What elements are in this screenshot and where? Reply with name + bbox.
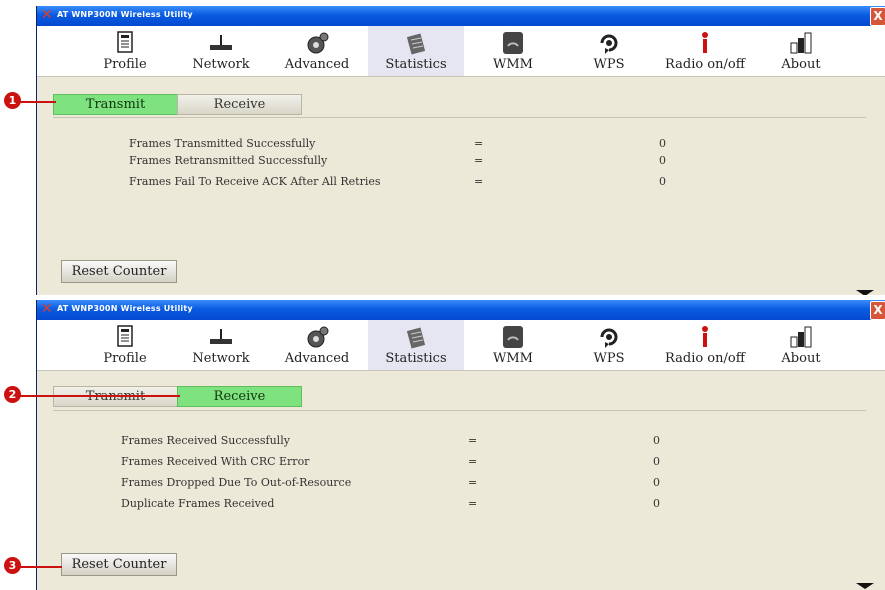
close-button[interactable]: X — [870, 7, 885, 26]
toolbar-radio-button[interactable]: Radio on/off — [657, 320, 753, 370]
window-title: AT WNP300N Wireless Utility — [57, 304, 193, 313]
profile-icon — [77, 31, 173, 55]
stat-equals: = — [468, 455, 478, 468]
stat-equals: = — [474, 154, 484, 167]
toolbar-label: Radio on/off — [665, 57, 745, 72]
toolbar-wmm-button[interactable]: WMM — [465, 26, 561, 76]
toolbar-label: WMM — [493, 57, 533, 72]
toolbar-network-button[interactable]: Network — [173, 26, 269, 76]
tab-receive[interactable]: Receive — [177, 386, 302, 407]
about-icon — [753, 325, 849, 349]
stat-label: Frames Retransmitted Successfully — [129, 154, 328, 167]
stat-value: 0 — [659, 154, 666, 167]
stat-value: 0 — [653, 476, 660, 489]
title-bar[interactable]: ✕ AT WNP300N Wireless Utility X — [37, 300, 885, 320]
stat-label: Frames Fail To Receive ACK After All Ret… — [129, 175, 381, 188]
wmm-icon — [465, 325, 561, 349]
toolbar-label: Profile — [103, 351, 147, 366]
stat-label: Frames Received With CRC Error — [121, 455, 310, 468]
network-icon — [173, 325, 269, 349]
toolbar-label: Radio on/off — [665, 351, 745, 366]
toolbar-label: Statistics — [385, 57, 447, 72]
toolbar-label: WPS — [593, 351, 625, 366]
stat-label: Frames Transmitted Successfully — [129, 137, 316, 150]
wps-icon — [561, 31, 657, 55]
toolbar-wps-button[interactable]: WPS — [561, 320, 657, 370]
reset-counter-button[interactable]: Reset Counter — [61, 553, 177, 576]
toolbar-statistics-button[interactable]: Statistics — [368, 320, 464, 370]
toolbar-profile-button[interactable]: Profile — [77, 26, 173, 76]
toolbar-label: Advanced — [284, 57, 350, 72]
toolbar-about-button[interactable]: About — [753, 320, 849, 370]
toolbar-label: Statistics — [385, 351, 447, 366]
stat-label: Frames Dropped Due To Out-of-Resource — [121, 476, 352, 489]
callout-badge: 1 — [4, 92, 21, 109]
stat-value: 0 — [659, 175, 666, 188]
toolbar-statistics-button[interactable]: Statistics — [368, 26, 464, 76]
network-icon — [173, 31, 269, 55]
callout-pointer-line — [20, 395, 180, 397]
scroll-down-icon[interactable] — [856, 290, 874, 295]
statistics-icon — [368, 31, 464, 55]
stat-value: 0 — [653, 455, 660, 468]
callout-badge: 3 — [4, 557, 21, 574]
stat-equals: = — [468, 497, 478, 510]
advanced-icon — [269, 31, 365, 55]
close-button[interactable]: X — [870, 301, 885, 320]
toolbar-wps-button[interactable]: WPS — [561, 26, 657, 76]
utility-window-receive: ✕ AT WNP300N Wireless Utility X Profile … — [36, 300, 885, 590]
utility-window-transmit: ✕ AT WNP300N Wireless Utility X Profile … — [36, 6, 885, 295]
stat-value: 0 — [653, 434, 660, 447]
stat-value: 0 — [659, 137, 666, 150]
tab-transmit[interactable]: Transmit — [53, 94, 178, 115]
toolbar-label: Network — [192, 57, 250, 72]
wmm-icon — [465, 31, 561, 55]
toolbar-divider — [37, 370, 885, 371]
profile-icon — [77, 325, 173, 349]
toolbar-label: About — [781, 57, 821, 72]
advanced-icon — [269, 325, 365, 349]
toolbar: Profile Network Advanced Statistics WMM — [37, 320, 885, 370]
toolbar-wmm-button[interactable]: WMM — [465, 320, 561, 370]
tab-divider — [53, 117, 866, 118]
stat-equals: = — [474, 137, 484, 150]
about-icon — [753, 31, 849, 55]
app-logo-icon: ✕ — [41, 7, 53, 23]
stat-label: Duplicate Frames Received — [121, 497, 275, 510]
toolbar-advanced-button[interactable]: Advanced — [269, 320, 365, 370]
wps-icon — [561, 325, 657, 349]
callout-pointer-line — [20, 101, 56, 103]
window-title: AT WNP300N Wireless Utility — [57, 10, 193, 19]
toolbar-profile-button[interactable]: Profile — [77, 320, 173, 370]
toolbar-label: About — [781, 351, 821, 366]
radio-icon — [657, 31, 753, 55]
toolbar-label: WPS — [593, 57, 625, 72]
app-logo-icon: ✕ — [41, 301, 53, 317]
stat-equals: = — [468, 434, 478, 447]
stat-equals: = — [468, 476, 478, 489]
tab-divider — [53, 410, 866, 411]
tab-receive[interactable]: Receive — [177, 94, 302, 115]
toolbar-radio-button[interactable]: Radio on/off — [657, 26, 753, 76]
toolbar-label: Network — [192, 351, 250, 366]
reset-counter-button[interactable]: Reset Counter — [61, 260, 177, 283]
callout-badge: 2 — [4, 386, 21, 403]
radio-icon — [657, 325, 753, 349]
toolbar: Profile Network Advanced Statistics WMM — [37, 26, 885, 76]
toolbar-advanced-button[interactable]: Advanced — [269, 26, 365, 76]
stat-value: 0 — [653, 497, 660, 510]
toolbar-network-button[interactable]: Network — [173, 320, 269, 370]
title-bar[interactable]: ✕ AT WNP300N Wireless Utility X — [37, 6, 885, 26]
scroll-down-icon[interactable] — [856, 583, 874, 589]
toolbar-label: Profile — [103, 57, 147, 72]
callout-pointer-line — [20, 566, 62, 568]
toolbar-label: WMM — [493, 351, 533, 366]
toolbar-about-button[interactable]: About — [753, 26, 849, 76]
stat-label: Frames Received Successfully — [121, 434, 290, 447]
statistics-icon — [368, 325, 464, 349]
stat-equals: = — [474, 175, 484, 188]
toolbar-label: Advanced — [284, 351, 350, 366]
toolbar-divider — [37, 76, 885, 77]
